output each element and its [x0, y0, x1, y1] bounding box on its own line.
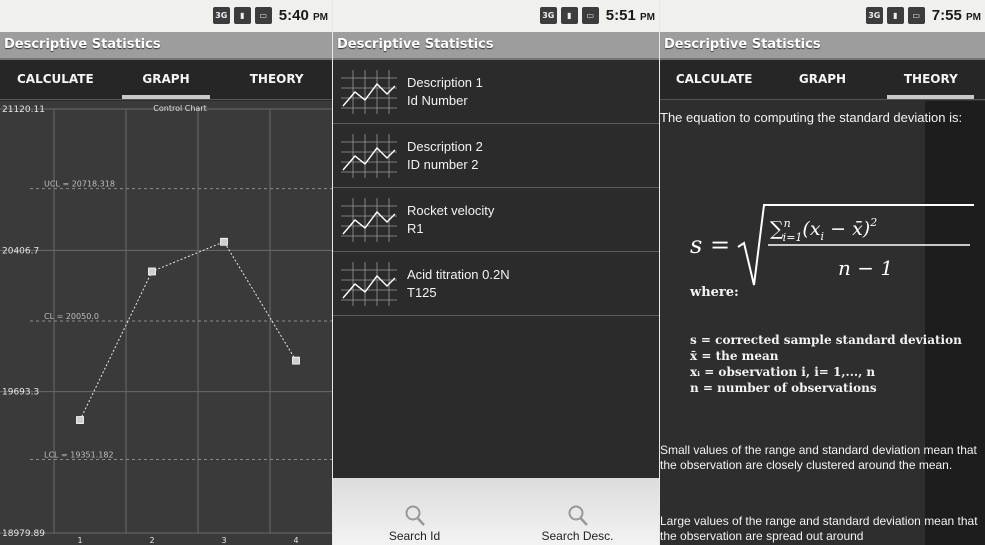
item-id: T125	[407, 284, 437, 300]
small-values-text: Small values of the range and standard d…	[660, 443, 977, 472]
item-description: Description 1	[407, 74, 483, 90]
tab-theory[interactable]: THEORY	[221, 60, 332, 99]
signal-icon: ▮	[886, 7, 904, 24]
battery-icon: ▭	[907, 7, 925, 24]
app-title: Descriptive Statistics	[660, 32, 985, 60]
y-tick-label: 19693.3	[2, 388, 39, 398]
chart-thumbnail-icon	[341, 133, 397, 178]
x-tick-label: 4	[293, 536, 298, 545]
tab-calculate[interactable]: CALCULATE	[0, 60, 111, 99]
series-line	[79, 241, 297, 421]
search-icon	[405, 505, 425, 526]
control-line-label: CL = 20050.0	[44, 312, 99, 321]
search-id-button[interactable]: Search Id	[333, 478, 496, 545]
item-id: R1	[407, 220, 424, 236]
svg-text:∑ni=1(xi − x̄)2: ∑n i=1(xi − x̄)2	[770, 216, 877, 244]
tab-theory[interactable]: THEORY	[877, 60, 985, 99]
svg-text:s =: s =	[690, 231, 730, 259]
item-id: Id Number	[407, 92, 468, 108]
tab-graph[interactable]: GRAPH	[111, 60, 222, 99]
battery-icon: ▭	[254, 7, 272, 24]
data-point	[76, 416, 84, 424]
definition-observation: xᵢ = observation i, i= 1,..., n	[690, 365, 876, 379]
chart-thumbnail-icon	[341, 197, 397, 242]
scroll-shade	[925, 101, 985, 545]
where-label: where:	[690, 285, 739, 300]
svg-text:n − 1: n − 1	[838, 256, 893, 280]
list-item[interactable]: Rocket velocity R1	[333, 188, 659, 252]
search-id-label: Search Id	[388, 529, 441, 543]
item-description: Acid titration 0.2N	[407, 266, 510, 282]
item-id: ID number 2	[407, 156, 479, 172]
tab-calculate[interactable]: CALCULATE	[660, 60, 768, 99]
data-point	[148, 267, 156, 276]
large-values-text: Large values of the range and standard d…	[660, 514, 978, 543]
list-item[interactable]: Acid titration 0.2N T125	[333, 252, 659, 316]
chart-svg: UCL = 20718.318 CL = 20050.0 LCL = 19351.1…	[0, 104, 332, 545]
tab-bar: CALCULATE GRAPH THEORY	[0, 60, 332, 100]
status-time: 7:55 PM	[931, 7, 981, 24]
signal-icon: ▮	[233, 7, 251, 24]
search-desc-button[interactable]: Search Desc.	[496, 478, 659, 545]
status-bar: 3G ▮ ▭ 5:51 PM	[333, 0, 659, 32]
x-tick-label: 1	[77, 536, 82, 545]
definition-n: n = number of observations	[690, 381, 877, 395]
x-tick-label: 3	[221, 536, 226, 545]
status-time: 5:40 PM	[278, 7, 328, 24]
signal-icon: ▮	[560, 7, 578, 24]
chart-thumbnail-icon	[341, 261, 397, 306]
list-item[interactable]: Description 1 Id Number	[333, 60, 659, 124]
search-bar: Search Id Search Desc.	[333, 478, 659, 545]
search-icon	[568, 505, 588, 526]
tab-bar: CALCULATE GRAPH THEORY	[660, 60, 985, 100]
y-tick-label: 20406.7	[2, 246, 39, 256]
x-tick-label: 2	[149, 536, 154, 545]
screen-theory: 3G ▮ ▭ 7:55 PM Descriptive Statistics CA…	[660, 0, 985, 545]
item-description: Rocket velocity	[407, 202, 495, 218]
status-time: 5:51 PM	[605, 7, 655, 24]
definition-mean: x̄ = the mean	[690, 349, 779, 363]
definitions: s = corrected sample standard deviation …	[690, 332, 962, 396]
search-desc-label: Search Desc.	[541, 529, 614, 543]
definition-s: s = corrected sample standard deviation	[690, 333, 962, 347]
screen-list: 3G ▮ ▭ 5:51 PM Descriptive Statistics De…	[333, 0, 659, 545]
3g-icon: 3G	[212, 7, 230, 24]
description-list: Description 1 Id Number Description 2 ID n…	[333, 60, 659, 316]
control-line-label: UCL = 20718.318	[44, 180, 115, 189]
status-bar: 3G ▮ ▭ 5:40 PM	[0, 0, 332, 32]
screen-graph: 3G ▮ ▭ 5:40 PM Descriptive Statistics CA…	[0, 0, 332, 545]
y-tick-label: 21120.11	[2, 105, 45, 115]
app-title: Descriptive Statistics	[0, 32, 332, 60]
std-dev-formula: s = ∑n i=1(xi − x̄)2 n − 1	[690, 204, 974, 286]
3g-icon: 3G	[865, 7, 883, 24]
chart-title: Control Chart	[153, 104, 206, 113]
control-line-label: LCL = 19351.182	[44, 450, 114, 459]
y-tick-label: 18979.89	[2, 529, 45, 539]
tab-graph[interactable]: GRAPH	[768, 60, 876, 99]
status-bar: 3G ▮ ▭ 7:55 PM	[660, 0, 985, 32]
item-description: Description 2	[407, 138, 483, 154]
data-point	[292, 356, 300, 365]
battery-icon: ▭	[581, 7, 599, 24]
intro-text: The equation to computing the standard d…	[660, 110, 963, 125]
list-item[interactable]: Description 2 ID number 2	[333, 124, 659, 188]
data-point	[220, 237, 228, 246]
app-title: Descriptive Statistics	[333, 32, 659, 60]
theory-content: The equation to computing the standard d…	[660, 101, 985, 545]
control-chart: UCL = 20718.318 CL = 20050.0 LCL = 19351.1…	[0, 101, 332, 545]
chart-thumbnail-icon	[341, 69, 397, 114]
3g-icon: 3G	[539, 7, 557, 24]
